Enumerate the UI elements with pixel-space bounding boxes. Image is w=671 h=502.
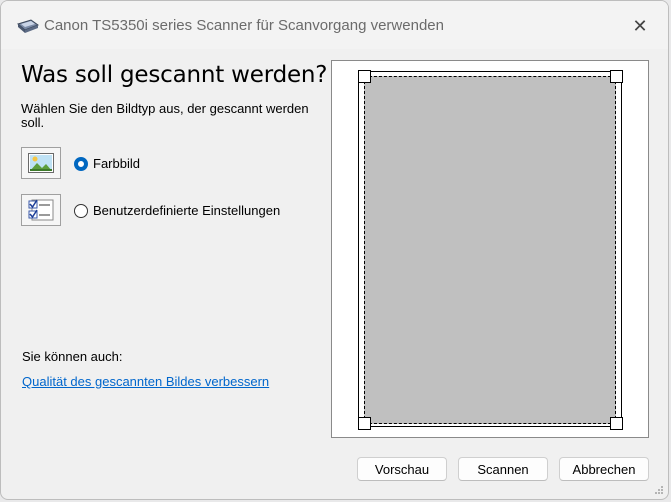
resize-handle-top-right[interactable] — [610, 70, 623, 83]
resize-handle-bottom-right[interactable] — [610, 417, 623, 430]
radio-unchecked-icon[interactable] — [74, 203, 88, 218]
resize-handle-bottom-left[interactable] — [358, 417, 371, 430]
radio-checked-icon[interactable] — [74, 156, 88, 171]
color-picture-label: Farbbild — [93, 156, 140, 171]
custom-settings-icon — [28, 199, 54, 221]
custom-settings-radio[interactable]: Benutzerdefinierte Einstellungen — [74, 203, 280, 218]
custom-settings-label: Benutzerdefinierte Einstellungen — [93, 203, 281, 218]
resize-grip-icon[interactable] — [654, 485, 664, 495]
preview-button[interactable]: Vorschau — [357, 457, 447, 481]
scan-preview-panel — [331, 60, 649, 438]
scan-selection-area[interactable] — [364, 76, 616, 424]
color-picture-radio[interactable]: Farbbild — [74, 156, 140, 171]
instruction-text: Wählen Sie den Bildtyp aus, der gescannt… — [21, 101, 309, 130]
cancel-button[interactable]: Abbrechen — [559, 457, 649, 481]
close-button[interactable]: ✕ — [622, 11, 658, 41]
color-picture-button[interactable] — [21, 147, 61, 179]
window-title: Canon TS5350i series Scanner für Scanvor… — [44, 17, 444, 34]
custom-settings-button[interactable] — [21, 194, 61, 226]
improve-quality-link[interactable]: Qualität des gescannten Bildes verbesser… — [22, 374, 269, 389]
scanner-app-icon — [16, 18, 40, 34]
page-title: Was soll gescannt werden? — [21, 62, 328, 88]
close-icon: ✕ — [632, 15, 648, 36]
scanner-dialog: Canon TS5350i series Scanner für Scanvor… — [0, 0, 669, 500]
scan-button[interactable]: Scannen — [458, 457, 548, 481]
color-picture-icon — [28, 153, 54, 173]
also-label: Sie können auch: — [22, 349, 123, 364]
resize-handle-top-left[interactable] — [358, 70, 371, 83]
title-bar: Canon TS5350i series Scanner für Scanvor… — [1, 1, 668, 49]
